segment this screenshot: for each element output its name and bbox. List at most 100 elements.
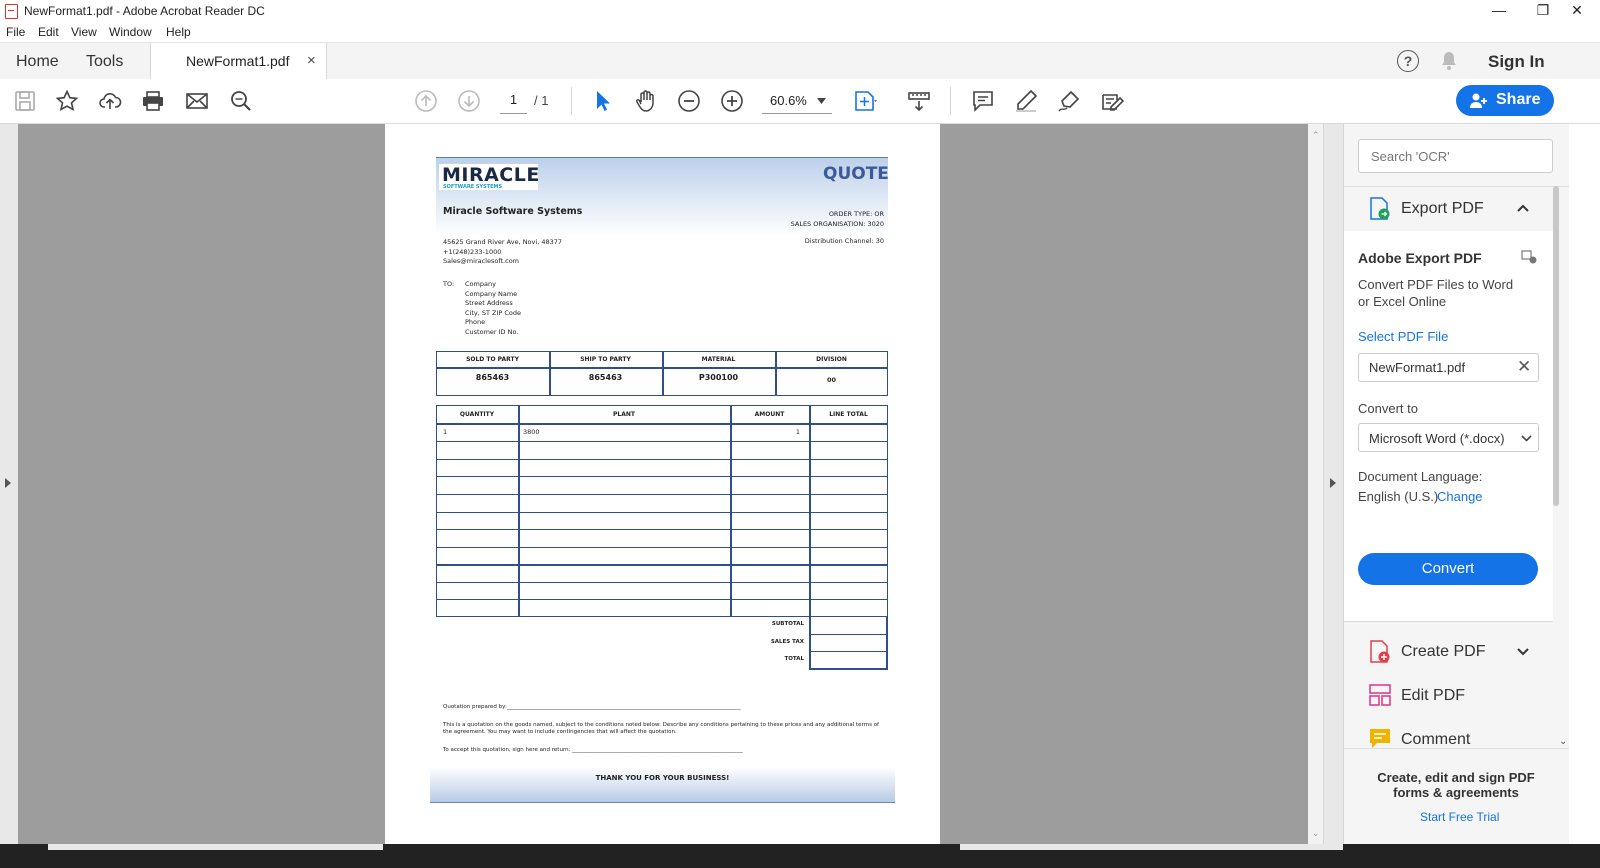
start-free-trial-link[interactable]: Start Free Trial xyxy=(1420,810,1499,824)
scroll-mode-icon[interactable] xyxy=(907,89,931,113)
tab-document[interactable]: NewFormat1.pdf × xyxy=(150,43,327,79)
remove-file-icon[interactable]: ✕ xyxy=(1517,357,1531,377)
horizontal-scrollbar-track[interactable] xyxy=(960,844,1343,850)
toolbar-divider xyxy=(571,87,572,115)
fill-sign-icon[interactable] xyxy=(1100,89,1125,113)
next-page-icon[interactable] xyxy=(457,89,481,113)
order-info: ORDER TYPE: OR SALES ORGANISATION: 3020 … xyxy=(700,210,884,247)
zoom-out-icon[interactable] xyxy=(677,89,701,113)
panel-divider xyxy=(1344,621,1553,622)
fit-page-icon[interactable] xyxy=(853,89,877,113)
tab-bar: Home Tools NewFormat1.pdf × ? Sign In xyxy=(0,42,1600,80)
recipient-line: Company xyxy=(465,280,496,288)
highlight-pen-icon[interactable] xyxy=(1014,89,1038,113)
promo-text: Create, edit and sign PDF forms & agreem… xyxy=(1377,770,1535,800)
tab-home[interactable]: Home xyxy=(16,53,59,71)
quantity-cell: 1 xyxy=(443,428,448,436)
close-tab-icon[interactable]: × xyxy=(307,52,316,69)
address-line: Sales@miraclesoft.com xyxy=(443,257,520,265)
selected-file-name: NewFormat1.pdf xyxy=(1369,360,1466,375)
hand-tool-icon[interactable] xyxy=(634,89,658,113)
close-window-button[interactable]: ✕ xyxy=(1554,0,1600,22)
tool-comment[interactable]: Comment xyxy=(1344,720,1553,748)
zoom-select[interactable]: 60.6% xyxy=(762,92,832,114)
create-pdf-icon xyxy=(1370,640,1390,663)
convert-format-select[interactable]: Microsoft Word (*.docx) xyxy=(1358,423,1539,452)
menu-file[interactable]: File xyxy=(6,25,25,39)
collapse-right-pane-icon[interactable] xyxy=(1330,478,1336,488)
select-pdf-file-link[interactable]: Select PDF File xyxy=(1358,329,1448,344)
tool-edit-pdf[interactable]: Edit PDF xyxy=(1344,676,1553,716)
table-header: PLANT xyxy=(613,411,635,418)
select-cursor-icon[interactable] xyxy=(591,89,615,113)
sign-in-link[interactable]: Sign In xyxy=(1488,52,1545,72)
plant-cell: 3800 xyxy=(523,428,540,436)
comment-icon[interactable] xyxy=(971,89,995,113)
comment-tool-icon xyxy=(1370,729,1390,748)
expand-left-pane-icon[interactable] xyxy=(5,478,11,488)
export-pdf-title: Export PDF xyxy=(1401,200,1484,217)
search-tools-input[interactable] xyxy=(1358,139,1553,173)
menu-help[interactable]: Help xyxy=(166,25,191,39)
toolbar: 1 / 1 60.6% Share xyxy=(0,79,1600,124)
cloud-export-icon xyxy=(1521,250,1537,264)
search-text-icon[interactable] xyxy=(229,89,253,113)
share-label: Share xyxy=(1496,91,1541,108)
sign-pen-icon[interactable] xyxy=(1057,89,1081,113)
panel-scrollbar-thumb[interactable] xyxy=(1553,186,1559,506)
menu-window[interactable]: Window xyxy=(109,25,152,39)
share-button[interactable]: Share xyxy=(1456,85,1554,116)
bookmark-star-icon[interactable] xyxy=(55,89,79,113)
logo-text: MIRACLE xyxy=(442,164,540,186)
menu-edit[interactable]: Edit xyxy=(38,25,59,39)
selected-file-field[interactable]: NewFormat1.pdf ✕ xyxy=(1358,353,1539,382)
subtotal-label: SUBTOTAL xyxy=(771,621,804,627)
chevron-down-icon xyxy=(1521,435,1532,442)
table-header: AMOUNT xyxy=(754,411,785,418)
bell-icon[interactable] xyxy=(1440,51,1458,76)
convert-button[interactable]: Convert xyxy=(1358,553,1538,585)
help-icon[interactable]: ? xyxy=(1397,50,1419,72)
minimize-button[interactable]: — xyxy=(1476,0,1522,22)
email-icon[interactable] xyxy=(185,89,209,113)
chevron-down-icon xyxy=(817,98,826,104)
menu-view[interactable]: View xyxy=(71,25,97,39)
right-pane-strip xyxy=(1323,124,1343,844)
panel-scroll-down-icon[interactable]: ⌄ xyxy=(1559,736,1567,747)
distribution-channel: Distribution Channel: 30 xyxy=(804,237,884,245)
taskbar-strip xyxy=(0,844,1600,868)
previous-page-icon[interactable] xyxy=(414,89,438,113)
company-name: Miracle Software Systems xyxy=(443,206,583,217)
scroll-down-icon[interactable]: ⌄ xyxy=(1312,828,1320,839)
party-table: SOLD TO PARTY SHIP TO PARTY MATERIAL DIV… xyxy=(436,351,888,396)
window-title: NewFormat1.pdf - Adobe Acrobat Reader DC xyxy=(24,4,265,18)
create-pdf-label: Create PDF xyxy=(1401,643,1486,660)
toolbar-divider xyxy=(950,87,951,115)
zoom-in-icon[interactable] xyxy=(720,89,744,113)
to-label: TO: xyxy=(443,280,455,288)
comment-label: Comment xyxy=(1401,731,1471,748)
thank-you-text: THANK YOU FOR YOUR BUSINESS! xyxy=(595,774,730,782)
print-icon[interactable] xyxy=(141,89,165,113)
sales-tax-label: SALES TAX xyxy=(770,639,804,645)
tab-tools[interactable]: Tools xyxy=(86,53,123,71)
change-language-link[interactable]: Change xyxy=(1437,489,1483,504)
horizontal-scrollbar-track[interactable] xyxy=(48,844,383,850)
tools-panel: Export PDF Adobe Export PDF Convert PDF … xyxy=(1343,124,1569,844)
save-icon[interactable] xyxy=(13,89,37,113)
tool-create-pdf[interactable]: Create PDF xyxy=(1344,632,1553,672)
scroll-up-icon[interactable]: ⌃ xyxy=(1312,130,1320,141)
address-line: 45625 Grand River Ave, Novi, 48377 xyxy=(443,238,562,246)
chevron-up-icon xyxy=(1517,204,1529,212)
cloud-upload-icon[interactable] xyxy=(98,89,122,113)
document-scrollbar[interactable]: ⌃ ⌄ xyxy=(1308,124,1323,844)
export-pdf-icon xyxy=(1370,197,1390,220)
export-pdf-header[interactable]: Export PDF xyxy=(1344,187,1569,231)
material-value: P300100 xyxy=(698,373,739,382)
prepared-by-line: Quotation prepared by:__________________… xyxy=(443,704,741,710)
page-total: / 1 xyxy=(534,93,549,108)
total-label: TOTAL xyxy=(784,656,804,662)
page-number-input[interactable]: 1 xyxy=(500,92,527,114)
logo-subtitle: SOFTWARE SYSTEMS xyxy=(443,184,503,190)
export-description: Convert PDF Files to Word or Excel Onlin… xyxy=(1358,277,1514,309)
